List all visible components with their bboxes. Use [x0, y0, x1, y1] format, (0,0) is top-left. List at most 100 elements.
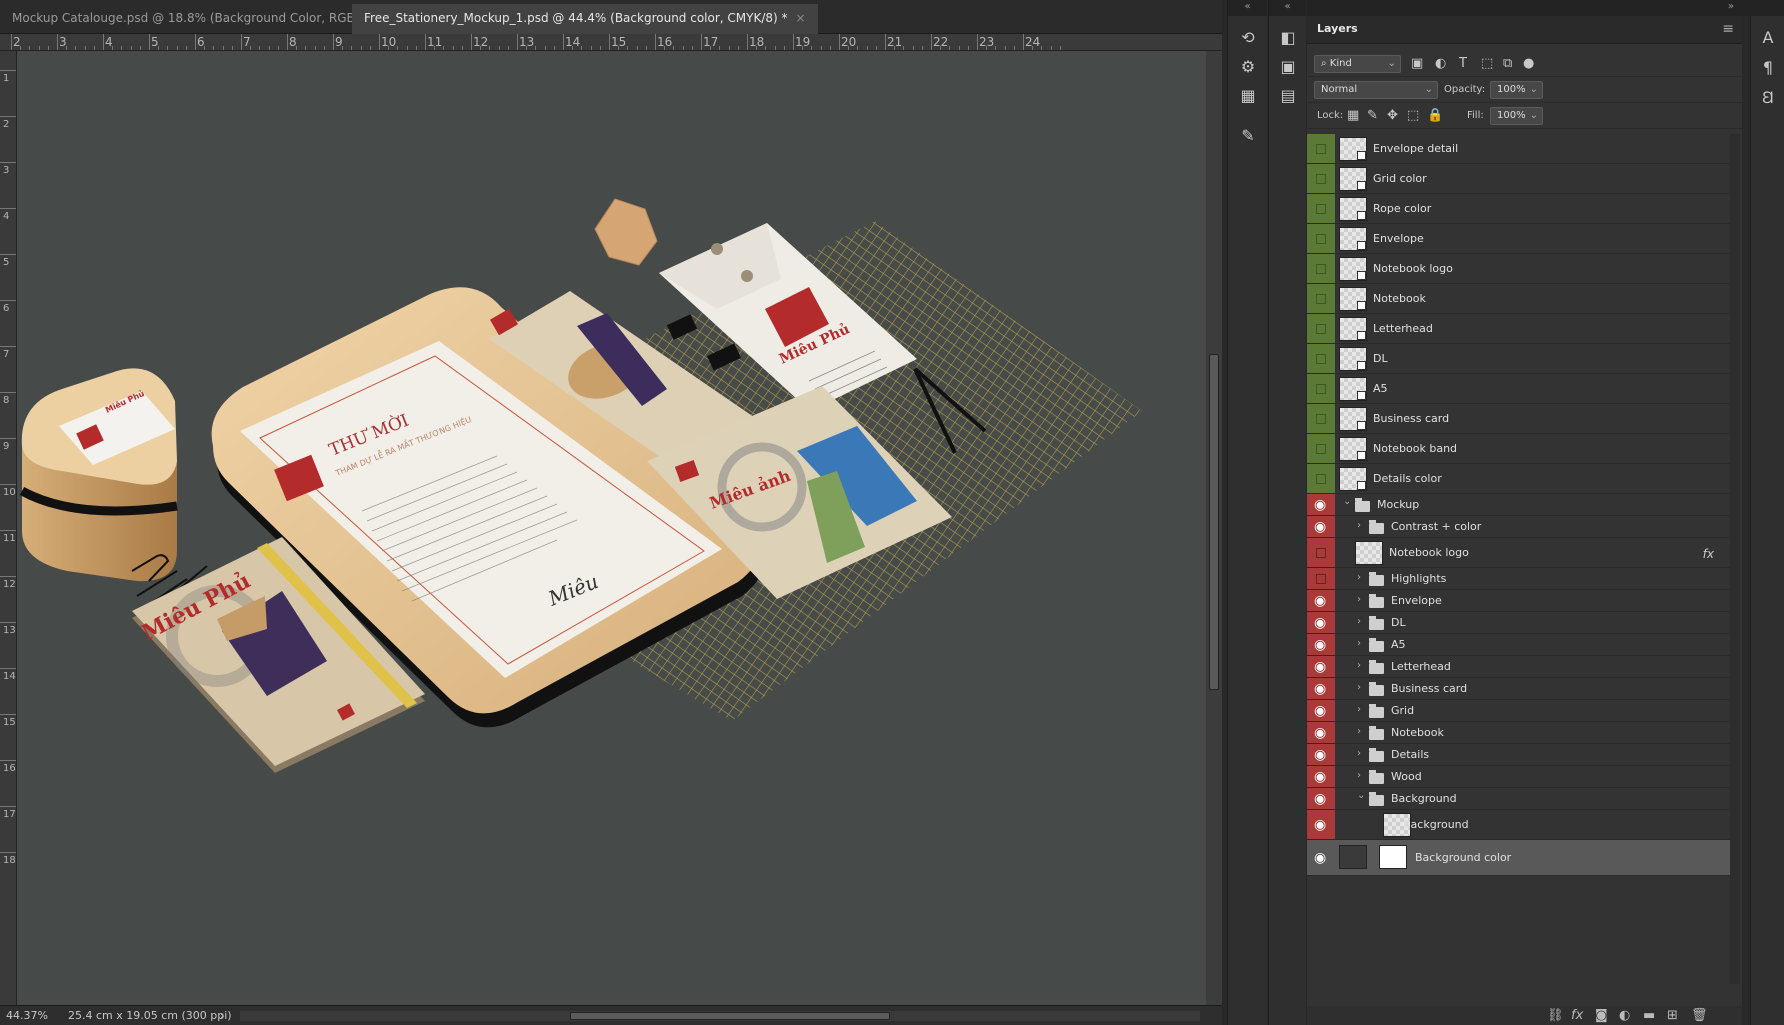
layer-row[interactable]: A5	[1307, 374, 1730, 404]
lock-transparent-icon[interactable]: ▦	[1347, 108, 1359, 123]
layer-row[interactable]: Notebook	[1307, 284, 1730, 314]
paragraph-panel-icon[interactable]: ¶	[1755, 56, 1781, 80]
visibility-toggle[interactable]: ◉	[1307, 678, 1335, 699]
chevron-down-icon[interactable]: ⌄	[1343, 496, 1351, 507]
tab-free-stationery-mockup[interactable]: Free_Stationery_Mockup_1.psd @ 44.4% (Ba…	[352, 4, 818, 34]
lock-all-icon[interactable]: 🔒	[1427, 108, 1443, 123]
visibility-toggle[interactable]	[1307, 464, 1335, 493]
visibility-toggle[interactable]: ◉	[1307, 700, 1335, 721]
visibility-toggle[interactable]	[1307, 284, 1335, 313]
3d-icon[interactable]: ⚙	[1235, 55, 1261, 79]
brush-presets-icon[interactable]: ✎	[1235, 124, 1261, 148]
visibility-toggle[interactable]: ◉	[1307, 612, 1335, 633]
fill-field[interactable]: 100% ⌄	[1490, 107, 1543, 125]
chevron-right-icon[interactable]: ›	[1357, 638, 1361, 649]
layers-panel-icon[interactable]: ◧	[1275, 26, 1301, 50]
character-panel-icon[interactable]: A	[1755, 26, 1781, 50]
vertical-ruler[interactable]: 1 2 3 4 5 6 7 8 9 10 11 12 13 14 15 16 17 18	[0, 51, 17, 1005]
expand-dock-icon[interactable]: »	[1728, 1, 1734, 12]
delete-layer-icon[interactable]: 🗑	[1691, 1008, 1708, 1023]
document-canvas[interactable]: THƯ MỜI THAM DỰ LỄ RA MẮT THƯƠNG HIỆU Mi…	[17, 51, 1220, 1005]
filter-kind-select[interactable]: ⌕ Kind ⌄	[1314, 55, 1401, 73]
tab-close-icon[interactable]: ×	[796, 11, 806, 25]
filter-type-icon[interactable]: T	[1459, 56, 1467, 71]
layer-row[interactable]: DL	[1307, 344, 1730, 374]
layer-row[interactable]: ◉ › DL	[1307, 612, 1730, 634]
layers-panel-title[interactable]: Layers	[1317, 22, 1358, 35]
layer-row[interactable]: Envelope	[1307, 224, 1730, 254]
chevron-right-icon[interactable]: ›	[1357, 770, 1361, 781]
filter-shape-icon[interactable]: ⬚	[1481, 56, 1493, 71]
tab-mockup-catalogue[interactable]: Mockup Catalouge.psd @ 18.8% (Background…	[0, 4, 411, 34]
layer-row[interactable]: Envelope detail	[1307, 134, 1730, 164]
layer-row[interactable]: ◉ Background color	[1307, 840, 1730, 876]
layer-row[interactable]: ◉ › Envelope	[1307, 590, 1730, 612]
zoom-level[interactable]: 44.37%	[6, 1009, 48, 1022]
collapse-strip-icon[interactable]: «	[1269, 0, 1306, 16]
chevron-right-icon[interactable]: ›	[1357, 520, 1361, 531]
visibility-toggle[interactable]	[1307, 434, 1335, 463]
layer-row[interactable]: Rope color	[1307, 194, 1730, 224]
scroll-thumb[interactable]	[1209, 354, 1219, 690]
visibility-toggle[interactable]	[1307, 374, 1335, 403]
visibility-toggle[interactable]: ◉	[1307, 590, 1335, 611]
chevron-right-icon[interactable]: ›	[1357, 616, 1361, 627]
lock-image-icon[interactable]: ✎	[1367, 108, 1378, 123]
layer-row[interactable]: ◉ › Details	[1307, 744, 1730, 766]
opacity-field[interactable]: 100% ⌄	[1490, 81, 1543, 99]
visibility-toggle[interactable]: ◉	[1307, 494, 1335, 515]
visibility-toggle[interactable]: ◉	[1307, 788, 1335, 809]
visibility-toggle[interactable]: ◉	[1307, 766, 1335, 787]
layer-row[interactable]: Business card	[1307, 404, 1730, 434]
vertical-scrollbar[interactable]	[1206, 51, 1222, 1005]
visibility-toggle[interactable]	[1307, 194, 1335, 223]
horizontal-ruler[interactable]: 2 3 4 5 6 7 8 9 10 11 12 13 14 15 16 17 18 19 20 21 22 23 24	[0, 34, 1222, 51]
lock-artboard-icon[interactable]: ⬚	[1407, 108, 1419, 123]
collapse-strip-icon[interactable]: «	[1228, 0, 1267, 16]
layer-row[interactable]: fx Notebook logo	[1307, 538, 1730, 568]
visibility-toggle[interactable]	[1307, 164, 1335, 193]
visibility-toggle[interactable]	[1307, 404, 1335, 433]
visibility-toggle[interactable]	[1307, 224, 1335, 253]
layer-row[interactable]: Details color	[1307, 464, 1730, 494]
chevron-right-icon[interactable]: ›	[1357, 594, 1361, 605]
chevron-right-icon[interactable]: ›	[1357, 572, 1361, 583]
chevron-right-icon[interactable]: ›	[1357, 660, 1361, 671]
layer-row[interactable]: Letterhead	[1307, 314, 1730, 344]
chevron-right-icon[interactable]: ›	[1357, 704, 1361, 715]
layer-row[interactable]: ◉ Background	[1307, 810, 1730, 840]
layer-effects-icon[interactable]: fx	[1703, 547, 1714, 561]
filter-toggle-icon[interactable]: ●	[1523, 56, 1534, 71]
glyphs-panel-icon[interactable]: Ꞛ	[1755, 86, 1781, 110]
layer-row[interactable]: ◉ › Letterhead	[1307, 656, 1730, 678]
add-mask-icon[interactable]: ◙	[1595, 1008, 1608, 1023]
visibility-toggle[interactable]	[1307, 344, 1335, 373]
new-layer-icon[interactable]: ⊞	[1667, 1008, 1678, 1023]
layer-row[interactable]: Notebook band	[1307, 434, 1730, 464]
layer-row[interactable]: Grid color	[1307, 164, 1730, 194]
horizontal-scrollbar[interactable]	[240, 1011, 1200, 1021]
chevron-right-icon[interactable]: ›	[1357, 726, 1361, 737]
chevron-right-icon[interactable]: ›	[1357, 682, 1361, 693]
visibility-toggle[interactable]: ◉	[1307, 744, 1335, 765]
layer-row[interactable]: ◉ › A5	[1307, 634, 1730, 656]
layer-mask-thumbnail[interactable]	[1379, 845, 1407, 869]
layer-row[interactable]: ◉ › Grid	[1307, 700, 1730, 722]
layer-row[interactable]: ◉ › Wood	[1307, 766, 1730, 788]
table-icon[interactable]: ▦	[1235, 84, 1261, 108]
chevron-right-icon[interactable]: ›	[1357, 748, 1361, 759]
layers-scrollbar[interactable]	[1730, 134, 1740, 984]
layer-row[interactable]: ◉ › Notebook	[1307, 722, 1730, 744]
blend-mode-select[interactable]: Normal ⌄	[1314, 81, 1438, 99]
scroll-thumb[interactable]	[570, 1012, 890, 1020]
visibility-toggle[interactable]: ◉	[1307, 722, 1335, 743]
layer-row[interactable]: ◉ ⌄ Background	[1307, 788, 1730, 810]
visibility-toggle[interactable]: ◉	[1307, 840, 1335, 875]
visibility-toggle[interactable]: ◉	[1307, 634, 1335, 655]
visibility-toggle[interactable]	[1307, 568, 1335, 589]
status-menu-arrow[interactable]: ›	[220, 1009, 224, 1022]
visibility-toggle[interactable]: ◉	[1307, 656, 1335, 677]
history-icon[interactable]: ⟲	[1235, 26, 1261, 50]
add-style-icon[interactable]: fx	[1571, 1008, 1583, 1023]
visibility-toggle[interactable]: ◉	[1307, 810, 1335, 839]
